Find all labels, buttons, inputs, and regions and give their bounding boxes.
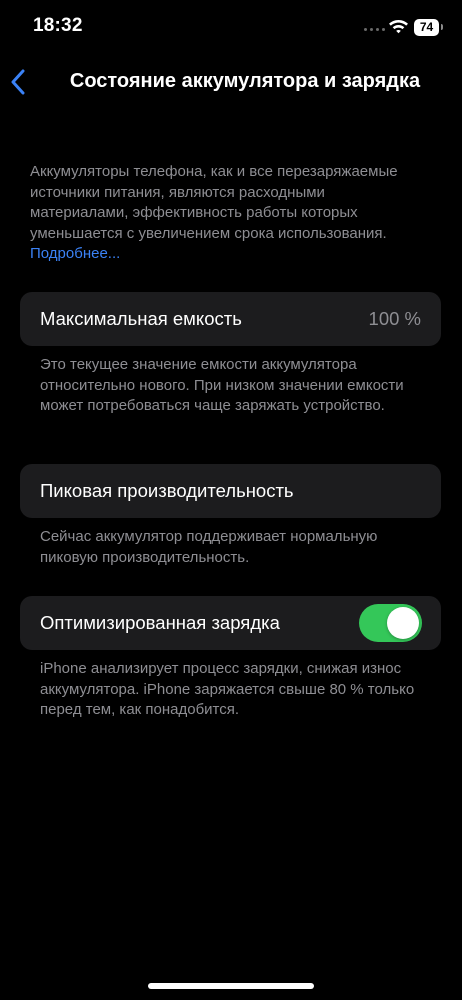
nav-bar: Состояние аккумулятора и зарядка xyxy=(0,56,462,108)
back-button[interactable] xyxy=(6,66,36,100)
toggle-knob xyxy=(387,607,419,639)
optimized-charging-footer: iPhone анализирует процесс зарядки, сниж… xyxy=(40,660,415,718)
battery-cap xyxy=(441,24,443,30)
wifi-icon xyxy=(389,20,408,34)
peak-performance-cell[interactable]: Пиковая производительность xyxy=(20,464,441,518)
optimized-charging-label: Оптимизированная зарядка xyxy=(40,612,280,633)
peak-performance-footer: Сейчас аккумулятор поддерживает нормальн… xyxy=(40,528,378,566)
intro-description: Аккумуляторы телефона, как и все перезар… xyxy=(30,162,410,265)
home-indicator[interactable] xyxy=(148,983,314,989)
page-title: Состояние аккумулятора и зарядка xyxy=(69,70,421,92)
optimized-charging-cell: Оптимизированная зарядка xyxy=(20,596,441,650)
signal-dots-icon xyxy=(364,28,385,31)
status-time: 18:32 xyxy=(33,15,83,36)
chevron-left-icon xyxy=(11,69,25,95)
optimized-charging-toggle[interactable] xyxy=(359,604,422,642)
battery-icon: 74 xyxy=(414,19,439,36)
status-bar: 18:32 74 xyxy=(0,0,462,56)
learn-more-link[interactable]: Подробнее... xyxy=(30,245,120,262)
max-capacity-label: Максимальная емкость xyxy=(40,308,242,329)
max-capacity-value: 100 % xyxy=(368,308,421,329)
intro-text: Аккумуляторы телефона, как и все перезар… xyxy=(30,163,398,242)
peak-performance-label: Пиковая производительность xyxy=(40,480,294,501)
max-capacity-footer: Это текущее значение емкости аккумулятор… xyxy=(40,356,404,414)
max-capacity-cell: Максимальная емкость 100 % xyxy=(20,292,441,346)
